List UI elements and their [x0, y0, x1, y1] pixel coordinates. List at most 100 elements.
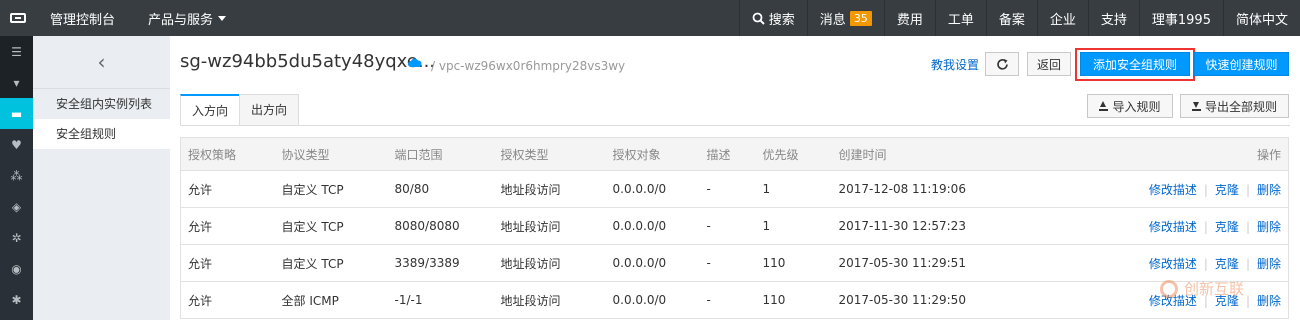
- protocol-cell: 全部 ICMP: [274, 281, 388, 319]
- column-header: 端口范围: [387, 137, 494, 171]
- edit-desc-link[interactable]: 修改描述: [1149, 183, 1197, 197]
- top-navbar: 管理控制台 产品与服务 搜索 消息 35 费用 工单 备案 企业 支持 理事199…: [0, 0, 1300, 36]
- policy-cell: 允许: [180, 170, 275, 208]
- ecs-server-icon[interactable]: ▬: [0, 98, 33, 129]
- watermark-logo-icon: [1160, 279, 1178, 298]
- column-header: 描述: [699, 137, 756, 171]
- ports-cell: 80/80: [387, 170, 494, 208]
- watermark-text: 创新互联: [1184, 280, 1245, 298]
- direction-tabs: 入方向 出方向: [180, 94, 300, 126]
- object-cell: 0.0.0.0/0: [605, 207, 700, 245]
- delete-link[interactable]: 删除: [1257, 183, 1281, 197]
- messages-link[interactable]: 消息 35: [806, 0, 884, 36]
- language-menu[interactable]: 简体中文: [1222, 0, 1300, 36]
- cloud-icon: [408, 58, 422, 67]
- import-rules-button[interactable]: 导入规则: [1087, 94, 1173, 118]
- desc-cell: -: [699, 281, 756, 319]
- main-content: sg-wz94bb5du5aty48yqxe... / vpc-wz96wx0r…: [170, 36, 1300, 320]
- products-label: 产品与服务: [148, 12, 214, 28]
- aliyun-logo-icon[interactable]: [0, 0, 36, 36]
- edit-desc-link[interactable]: 修改描述: [1149, 220, 1197, 234]
- help-link[interactable]: 教我设置: [931, 56, 979, 73]
- refresh-button[interactable]: [985, 52, 1019, 76]
- search-icon: [752, 12, 765, 25]
- column-header: 优先级: [755, 137, 832, 171]
- download-icon: [1191, 101, 1201, 111]
- auth-type-cell: 地址段访问: [493, 170, 606, 208]
- rules-table: 授权策略 协议类型 端口范围 授权类型 授权对象 描述 优先级 创建时间 操作 …: [180, 137, 1289, 319]
- delete-link[interactable]: 删除: [1257, 257, 1281, 271]
- account-menu[interactable]: 理事1995: [1138, 0, 1223, 36]
- policy-cell: 允许: [180, 281, 275, 319]
- auth-type-cell: 地址段访问: [493, 281, 606, 319]
- settings-icon[interactable]: ✱: [0, 284, 33, 315]
- priority-cell: 110: [755, 244, 832, 282]
- table-row: 允许 全部 ICMP -1/-1 地址段访问 0.0.0.0/0 - 110 2…: [180, 281, 1289, 319]
- delete-link[interactable]: 删除: [1257, 220, 1281, 234]
- tab-inbound[interactable]: 入方向: [180, 94, 241, 126]
- column-header: 操作: [1091, 137, 1289, 171]
- support-link[interactable]: 支持: [1087, 0, 1139, 36]
- title-bar: sg-wz94bb5du5aty48yqxe... / vpc-wz96wx0r…: [170, 36, 1300, 91]
- created-cell: 2017-05-30 11:29:50: [831, 281, 1092, 319]
- object-cell: 0.0.0.0/0: [605, 281, 700, 319]
- created-cell: 2017-11-30 12:57:23: [831, 207, 1092, 245]
- column-header: 授权策略: [180, 137, 275, 171]
- clone-link[interactable]: 克隆: [1215, 183, 1239, 197]
- gear-icon[interactable]: ✲: [0, 222, 33, 253]
- created-cell: 2017-05-30 11:29:51: [831, 244, 1092, 282]
- expand-caret-icon[interactable]: ▾: [0, 67, 33, 98]
- tickets-link[interactable]: 工单: [934, 0, 986, 36]
- import-label: 导入规则: [1112, 99, 1161, 114]
- ports-cell: -1/-1: [387, 281, 494, 319]
- export-label: 导出全部规则: [1204, 99, 1277, 114]
- column-header: 创建时间: [831, 137, 1092, 171]
- tab-divider: [180, 125, 1290, 126]
- desc-cell: -: [699, 207, 756, 245]
- sidebar-item-rules[interactable]: 安全组规则: [33, 119, 170, 149]
- refresh-icon: [996, 58, 1008, 70]
- products-menu[interactable]: 产品与服务: [133, 0, 241, 36]
- console-link[interactable]: 管理控制台: [36, 0, 133, 36]
- delete-link[interactable]: 删除: [1257, 294, 1281, 308]
- column-header: 授权对象: [605, 137, 700, 171]
- search-link[interactable]: 搜索: [738, 0, 807, 36]
- clone-link[interactable]: 克隆: [1215, 220, 1239, 234]
- desc-cell: -: [699, 244, 756, 282]
- object-cell: 0.0.0.0/0: [605, 244, 700, 282]
- upload-icon: [1099, 101, 1109, 111]
- priority-cell: 1: [755, 207, 832, 245]
- auth-type-cell: 地址段访问: [493, 244, 606, 282]
- eye-icon[interactable]: ◉: [0, 253, 33, 284]
- layers-icon[interactable]: ◈: [0, 191, 33, 222]
- operations-cell: 修改描述 | 克隆 | 删除: [1091, 170, 1289, 208]
- export-rules-button[interactable]: 导出全部规则: [1180, 94, 1289, 118]
- tab-outbound[interactable]: 出方向: [239, 94, 300, 126]
- menu-icon[interactable]: ☰: [0, 36, 33, 67]
- edit-desc-link[interactable]: 修改描述: [1149, 257, 1197, 271]
- back-button[interactable]: 返回: [1027, 52, 1071, 76]
- clone-link[interactable]: 克隆: [1215, 257, 1239, 271]
- sidebar-item-instances[interactable]: 安全组内实例列表: [33, 89, 170, 119]
- ports-cell: 8080/8080: [387, 207, 494, 245]
- icp-link[interactable]: 备案: [985, 0, 1037, 36]
- messages-count-badge: 35: [849, 10, 872, 26]
- enterprise-link[interactable]: 企业: [1036, 0, 1088, 36]
- operations-cell: 修改描述 | 克隆 | 删除: [1091, 207, 1289, 245]
- add-rule-button[interactable]: 添加安全组规则: [1080, 52, 1190, 76]
- search-label: 搜索: [768, 12, 795, 28]
- ports-cell: 3389/3389: [387, 244, 494, 282]
- quick-create-rule-button[interactable]: 快速创建规则: [1194, 52, 1289, 76]
- policy-cell: 允许: [180, 244, 275, 282]
- network-icon[interactable]: ⁂: [0, 160, 33, 191]
- chevron-down-icon: [218, 15, 227, 21]
- product-icon-sidebar: ☰ ▾ ▬ ♥ ⁂ ◈ ✲ ◉ ✱: [0, 36, 33, 320]
- billing-link[interactable]: 费用: [883, 0, 935, 36]
- priority-cell: 1: [755, 170, 832, 208]
- desc-cell: -: [699, 170, 756, 208]
- heart-icon[interactable]: ♥: [0, 129, 33, 160]
- vpc-label: / vpc-wz96wx0r6hmpry28vs3wy: [431, 59, 626, 73]
- policy-cell: 允许: [180, 207, 275, 245]
- protocol-cell: 自定义 TCP: [274, 207, 388, 245]
- back-chevron-icon[interactable]: ‹: [33, 36, 170, 89]
